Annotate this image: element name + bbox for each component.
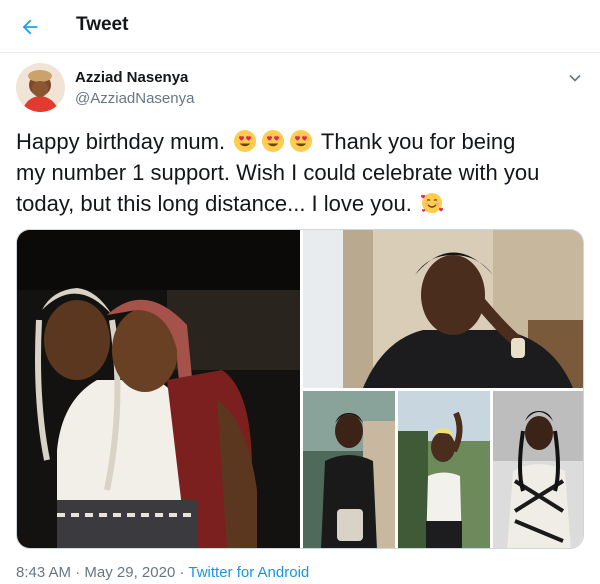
photo-2[interactable] [303, 230, 583, 388]
separator: · [71, 564, 85, 581]
tweet-date[interactable]: May 29, 2020 [84, 564, 175, 581]
chevron-down-icon [569, 74, 581, 82]
heart-eyes-emoji [262, 130, 285, 152]
tweet-author: Azziad Nasenya @AzziadNasenya [16, 63, 584, 115]
tweet-line-3: today, but this long distance... I love … [16, 188, 588, 219]
photo-1[interactable] [17, 230, 300, 548]
tweet-time[interactable]: 8:43 AM [16, 564, 71, 581]
back-button[interactable] [14, 11, 46, 43]
page-title: Tweet [76, 14, 129, 35]
media-grid [16, 229, 584, 549]
top-bar: Tweet [0, 0, 600, 53]
more-options-button[interactable] [564, 67, 586, 89]
author-handle[interactable]: @AzziadNasenya [75, 90, 194, 107]
heart-eyes-emoji [234, 130, 257, 152]
photo-3[interactable] [303, 391, 395, 548]
avatar[interactable] [16, 63, 65, 112]
separator: · [175, 564, 189, 581]
tweet-text: Happy birthday mum. Thank you for being … [16, 126, 588, 219]
back-arrow-icon [22, 19, 38, 35]
tweet-source-link[interactable]: Twitter for Android [188, 564, 309, 581]
heart-eyes-emoji [290, 130, 313, 152]
author-name[interactable]: Azziad Nasenya [75, 69, 188, 86]
photo-4[interactable] [398, 391, 490, 548]
photo-5[interactable] [493, 391, 583, 548]
smiling-face-with-hearts-emoji [420, 193, 443, 213]
tweet-metadata: 8:43 AM · May 29, 2020 · Twitter for And… [16, 564, 309, 581]
tweet-line-1: Happy birthday mum. Thank you for being [16, 129, 516, 154]
tweet-line-2: my number 1 support. Wish I could celebr… [16, 160, 540, 185]
